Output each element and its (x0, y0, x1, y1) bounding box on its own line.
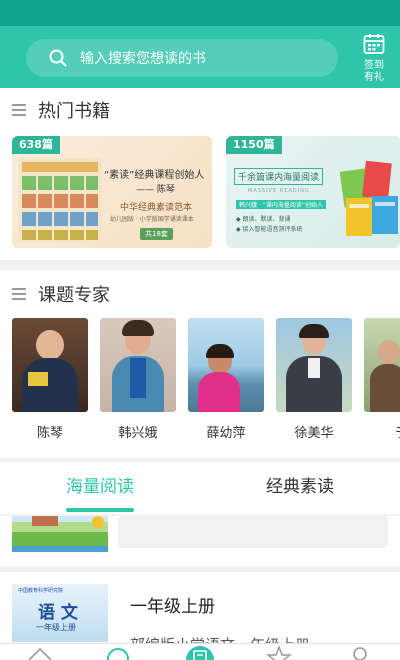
book-subtitle: 中华经典素读范本 (120, 203, 193, 213)
section-title: 课题专家 (38, 285, 110, 306)
profile-icon[interactable] (346, 644, 374, 660)
expert-card[interactable]: 薛幼萍 (188, 318, 264, 441)
expert-photo (188, 318, 264, 412)
book-stack-image (340, 160, 398, 236)
tab-massive-reading[interactable]: 海量阅读 (42, 462, 158, 514)
list-item-text-box (118, 516, 388, 548)
experts-header: 课题专家 (12, 282, 110, 306)
expert-photo (100, 318, 176, 412)
list-icon (12, 288, 26, 300)
expert-photo (12, 318, 88, 412)
book-count-badge: 1150篇 (226, 136, 282, 154)
cover-publisher: 中国教育科学研究院 (18, 588, 64, 594)
book-card[interactable]: 638篇 “素读”经典课程创始人 —— 陈琴 中华经典素读范本 幼儿园版 · 小… (12, 136, 212, 248)
book-tagline: 幼儿园版 · 小学版国学诵读课本 (110, 216, 194, 223)
list-item[interactable] (0, 516, 400, 566)
tab-classic-reading[interactable]: 经典素读 (242, 462, 358, 514)
expert-photo (276, 318, 352, 412)
experts-section: 课题专家 陈琴 韩兴娥 薛幼萍 徐美华 (0, 270, 400, 458)
hot-books-section: 热门书籍 638篇 “素读”经典课程创始人 —— 陈琴 中华经典素读范本 幼儿园… (0, 88, 400, 260)
signin-button[interactable]: 签到 有礼 (352, 32, 396, 84)
book-count-badge: 638篇 (12, 136, 60, 154)
signin-label-line2: 有礼 (364, 72, 384, 83)
expert-name: 于 (364, 422, 400, 441)
book-cover-image (12, 516, 108, 552)
expert-card[interactable]: 于 (364, 318, 400, 441)
list-item-title: 一年级上册 (130, 597, 215, 617)
book-cover-image (18, 158, 102, 242)
expert-card[interactable]: 韩兴娥 (100, 318, 176, 441)
book-card[interactable]: 1150篇 千余篇课内海量阅读 MASSIVE READING 韩兴娥 · “课… (226, 136, 400, 248)
book-icon[interactable] (184, 644, 216, 660)
expert-name: 韩兴娥 (118, 426, 158, 441)
top-bar: 输入搜索您想读的书 签到 有礼 (0, 26, 400, 88)
search-icon (38, 39, 78, 77)
bottom-nav (0, 643, 400, 660)
book-note: ◆ 接入智能语音测评系统 (236, 226, 303, 233)
star-icon[interactable] (264, 644, 294, 660)
status-bar (0, 0, 400, 26)
expert-name: 薛幼萍 (206, 426, 246, 441)
signin-label-line1: 签到 (364, 60, 384, 71)
content-tabs: 海量阅读 经典素读 (0, 462, 400, 514)
book-subheadline: MASSIVE READING (248, 188, 310, 194)
book-note: ◆ 朗读、默读、背诵 (236, 216, 291, 223)
list-icon (12, 104, 26, 116)
book-headline: “素读”经典课程创始人 (104, 170, 205, 181)
expert-name: 陈琴 (36, 426, 63, 441)
section-title: 热门书籍 (38, 101, 110, 122)
search-placeholder: 输入搜索您想读的书 (80, 51, 206, 67)
expert-photo (364, 318, 400, 412)
hot-books-header: 热门书籍 (12, 98, 110, 122)
book-note: 韩兴娥 · “课内海量阅读”创始人 (236, 200, 326, 209)
calendar-icon (352, 32, 396, 60)
book-author: —— 陈琴 (136, 185, 175, 195)
expert-card[interactable]: 徐美华 (276, 318, 352, 441)
cover-subtitle: 一年级上册 (36, 623, 76, 632)
book-set-count: 共18套 (140, 228, 173, 240)
discover-icon[interactable] (104, 644, 132, 660)
home-icon[interactable] (26, 644, 54, 660)
list-item[interactable]: 中国教育科学研究院 语 文 一年级上册 一年级上册 部编版小学语文一年级上册 (0, 572, 400, 644)
tab-active-indicator (66, 508, 134, 512)
search-bar[interactable]: 输入搜索您想读的书 (26, 39, 338, 77)
expert-name: 徐美华 (294, 426, 334, 441)
cover-title: 语 文 (38, 603, 78, 623)
book-headline: 千余篇课内海量阅读 (234, 168, 324, 185)
expert-card[interactable]: 陈琴 (12, 318, 88, 441)
book-cover: 中国教育科学研究院 语 文 一年级上册 (12, 584, 108, 642)
